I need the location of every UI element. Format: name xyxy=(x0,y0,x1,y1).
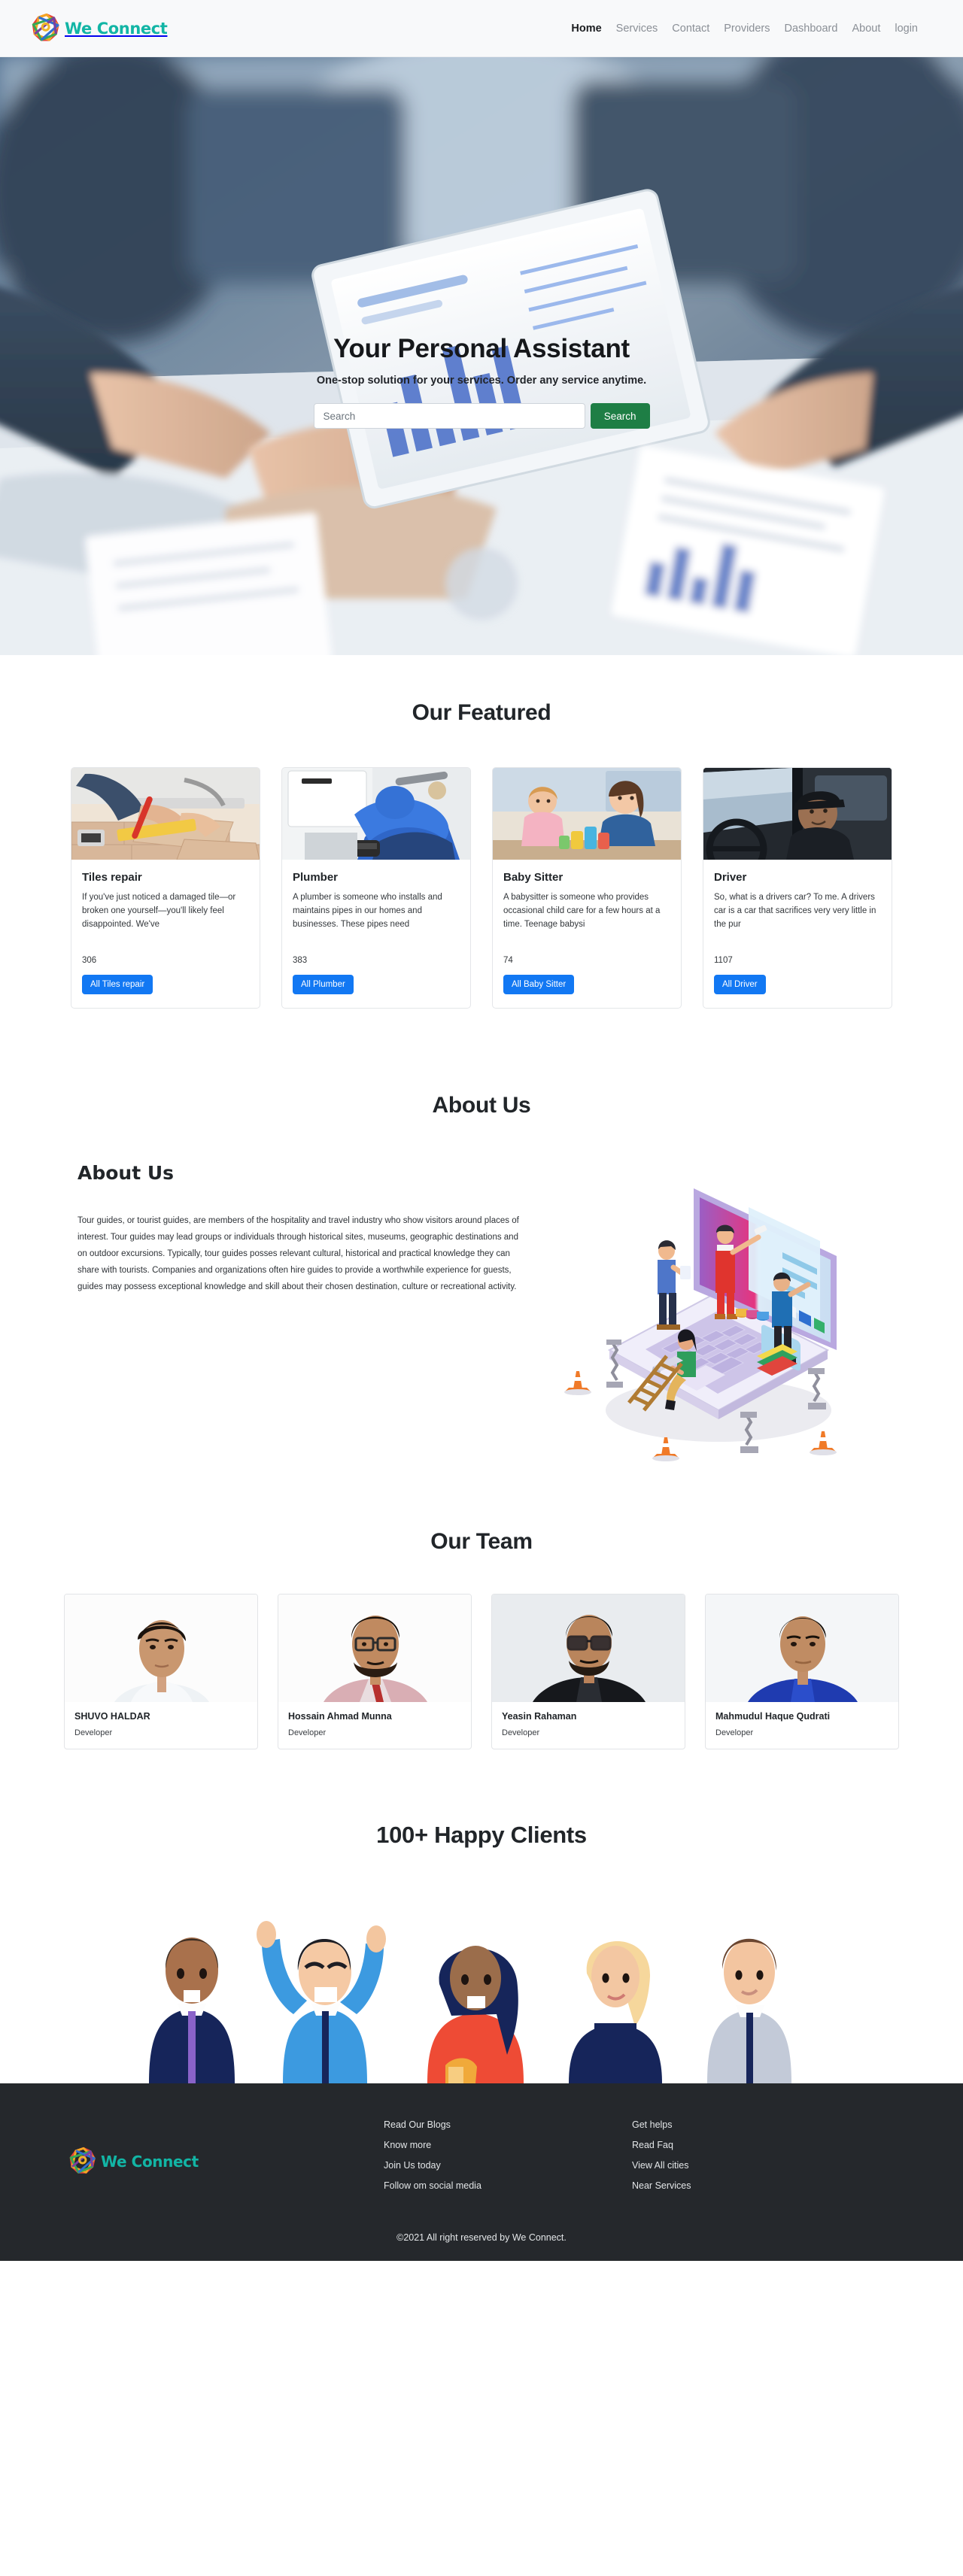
clients-title: 100+ Happy Clients xyxy=(376,1821,587,1848)
nav-item-home[interactable]: Home xyxy=(571,23,601,35)
about-heading: About Us xyxy=(77,1162,175,1184)
about-illustration-column xyxy=(544,1162,886,1463)
main-nav: Home Services Contact Providers Dashboar… xyxy=(571,23,918,35)
rosette-logo-icon xyxy=(68,2146,99,2177)
footer-link-view-all-cities[interactable]: View All cities xyxy=(632,2160,880,2171)
team-member-role: Developer xyxy=(502,1728,540,1737)
team-title: Our Team xyxy=(430,1529,533,1554)
nav-item-providers[interactable]: Providers xyxy=(724,23,770,35)
traffic-cone-icon xyxy=(564,1371,591,1395)
brand-logo-link[interactable]: We Connect xyxy=(30,12,168,45)
footer-links-column-2: Get helps Read Faq View All cities Near … xyxy=(632,2119,880,2191)
client-figure-1 xyxy=(149,1937,235,2083)
rosette-logo-icon xyxy=(30,12,63,45)
driver-photo xyxy=(703,768,892,860)
five-cheering-people-illustration xyxy=(149,1920,791,2083)
card-count: 306 xyxy=(82,956,97,965)
featured-title: Our Featured xyxy=(412,700,551,725)
traffic-cone-icon xyxy=(652,1437,679,1461)
traffic-cone-icon xyxy=(810,1431,837,1455)
portrait-blue-shirt xyxy=(706,1594,898,1702)
isometric-laptop-team-building-illustration xyxy=(564,1188,837,1461)
client-figure-3 xyxy=(427,1945,524,2083)
about-section-title: About Us xyxy=(432,1093,531,1118)
card-count: 383 xyxy=(293,956,308,965)
hero-banner: Your Personal Assistant One-stop solutio… xyxy=(0,57,963,655)
footer-link-read-faq[interactable]: Read Faq xyxy=(632,2140,880,2150)
team-member-card[interactable]: Hossain Ahmad Munna Developer xyxy=(278,1594,472,1749)
search-button[interactable]: Search xyxy=(590,403,650,429)
portrait-pink-shirt-glasses xyxy=(278,1594,471,1702)
card-description: If you've just noticed a damaged tile—or… xyxy=(82,893,236,930)
nav-item-services[interactable]: Services xyxy=(616,23,658,35)
featured-card[interactable]: Driver So, what is a drivers car? To me.… xyxy=(703,767,892,1009)
about-paragraph: Tour guides, or tourist guides, are memb… xyxy=(77,1216,519,1292)
footer-link-join-us-today[interactable]: Join Us today xyxy=(384,2160,632,2171)
featured-card-row: Tiles repair If you've just noticed a da… xyxy=(64,767,899,1009)
card-title: Tiles repair xyxy=(82,871,142,884)
card-description: A babysitter is someone who provides occ… xyxy=(503,893,661,930)
nav-item-contact[interactable]: Contact xyxy=(672,23,709,35)
client-figure-2 xyxy=(257,1920,386,2083)
team-section: Our Team SHUVO HALDAR Developer Hossain … xyxy=(0,1493,963,1787)
plumber-photo xyxy=(282,768,470,860)
card-count: 74 xyxy=(503,956,513,965)
footer-link-follow-social-media[interactable]: Follow om social media xyxy=(384,2180,632,2191)
all-services-button[interactable]: All Plumber xyxy=(293,975,354,994)
footer-link-know-more[interactable]: Know more xyxy=(384,2140,632,2150)
featured-section: Our Featured Tiles repair If you've just… xyxy=(0,655,963,1054)
card-description: So, what is a drivers car? To me. A driv… xyxy=(714,893,876,930)
client-figure-4 xyxy=(569,1940,662,2083)
top-navbar: We Connect Home Services Contact Provide… xyxy=(0,0,963,57)
team-member-role: Developer xyxy=(288,1728,327,1737)
all-services-button[interactable]: All Driver xyxy=(714,975,766,994)
clients-section: 100+ Happy Clients xyxy=(0,1787,963,2083)
team-member-role: Developer xyxy=(715,1728,754,1737)
team-member-role: Developer xyxy=(74,1728,113,1737)
all-services-button[interactable]: All Baby Sitter xyxy=(503,975,575,994)
hero-content: Your Personal Assistant One-stop solutio… xyxy=(0,334,963,429)
client-figure-5 xyxy=(707,1938,791,2083)
hero-subtitle: One-stop solution for your services. Ord… xyxy=(316,375,647,387)
card-description: A plumber is someone who installs and ma… xyxy=(293,893,442,930)
team-member-card[interactable]: Yeasin Rahaman Developer xyxy=(491,1594,685,1749)
team-member-card[interactable]: SHUVO HALDAR Developer xyxy=(64,1594,258,1749)
featured-card[interactable]: Baby Sitter A babysitter is someone who … xyxy=(492,767,682,1009)
nav-item-dashboard[interactable]: Dashboard xyxy=(785,23,838,35)
team-member-name: Yeasin Rahaman xyxy=(502,1711,577,1722)
team-member-name: SHUVO HALDAR xyxy=(74,1711,150,1722)
brand-name: We Connect xyxy=(65,19,168,38)
tile-repair-photo xyxy=(71,768,260,860)
team-card-row: SHUVO HALDAR Developer Hossain Ahmad Mun… xyxy=(64,1594,899,1749)
clients-illustration-wrap xyxy=(0,1879,963,2083)
team-member-name: Hossain Ahmad Munna xyxy=(288,1711,392,1722)
copyright-text: ©2021 All right reserved by We Connect. xyxy=(396,2232,567,2243)
featured-card[interactable]: Tiles repair If you've just noticed a da… xyxy=(71,767,260,1009)
babysitter-photo xyxy=(493,768,681,860)
site-footer: We Connect Read Our Blogs Know more Join… xyxy=(0,2083,963,2261)
card-title: Baby Sitter xyxy=(503,871,564,884)
all-services-button[interactable]: All Tiles repair xyxy=(82,975,153,994)
team-member-name: Mahmudul Haque Qudrati xyxy=(715,1711,831,1722)
footer-brand[interactable]: We Connect xyxy=(68,2119,384,2191)
about-text-column: About Us Tour guides, or tourist guides,… xyxy=(77,1162,529,1295)
team-member-card[interactable]: Mahmudul Haque Qudrati Developer xyxy=(705,1594,899,1749)
footer-link-near-services[interactable]: Near Services xyxy=(632,2180,880,2191)
portrait-white-shirt xyxy=(65,1594,257,1702)
search-input[interactable] xyxy=(313,403,585,429)
nav-item-login[interactable]: login xyxy=(895,23,918,35)
about-section: About Us About Us Tour guides, or touris… xyxy=(0,1054,963,1493)
featured-card[interactable]: Plumber A plumber is someone who install… xyxy=(281,767,471,1009)
hero-title: Your Personal Assistant xyxy=(333,334,630,363)
card-count: 1107 xyxy=(714,956,733,965)
portrait-black-shirt-glasses xyxy=(492,1594,685,1702)
footer-brand-name: We Connect xyxy=(101,2153,199,2171)
card-title: Driver xyxy=(714,871,747,884)
footer-link-get-helps[interactable]: Get helps xyxy=(632,2119,880,2130)
nav-item-about[interactable]: About xyxy=(852,23,880,35)
footer-link-read-our-blogs[interactable]: Read Our Blogs xyxy=(384,2119,632,2130)
hero-search-form: Search xyxy=(313,403,650,429)
card-title: Plumber xyxy=(293,871,339,884)
footer-links-column-1: Read Our Blogs Know more Join Us today F… xyxy=(384,2119,632,2191)
